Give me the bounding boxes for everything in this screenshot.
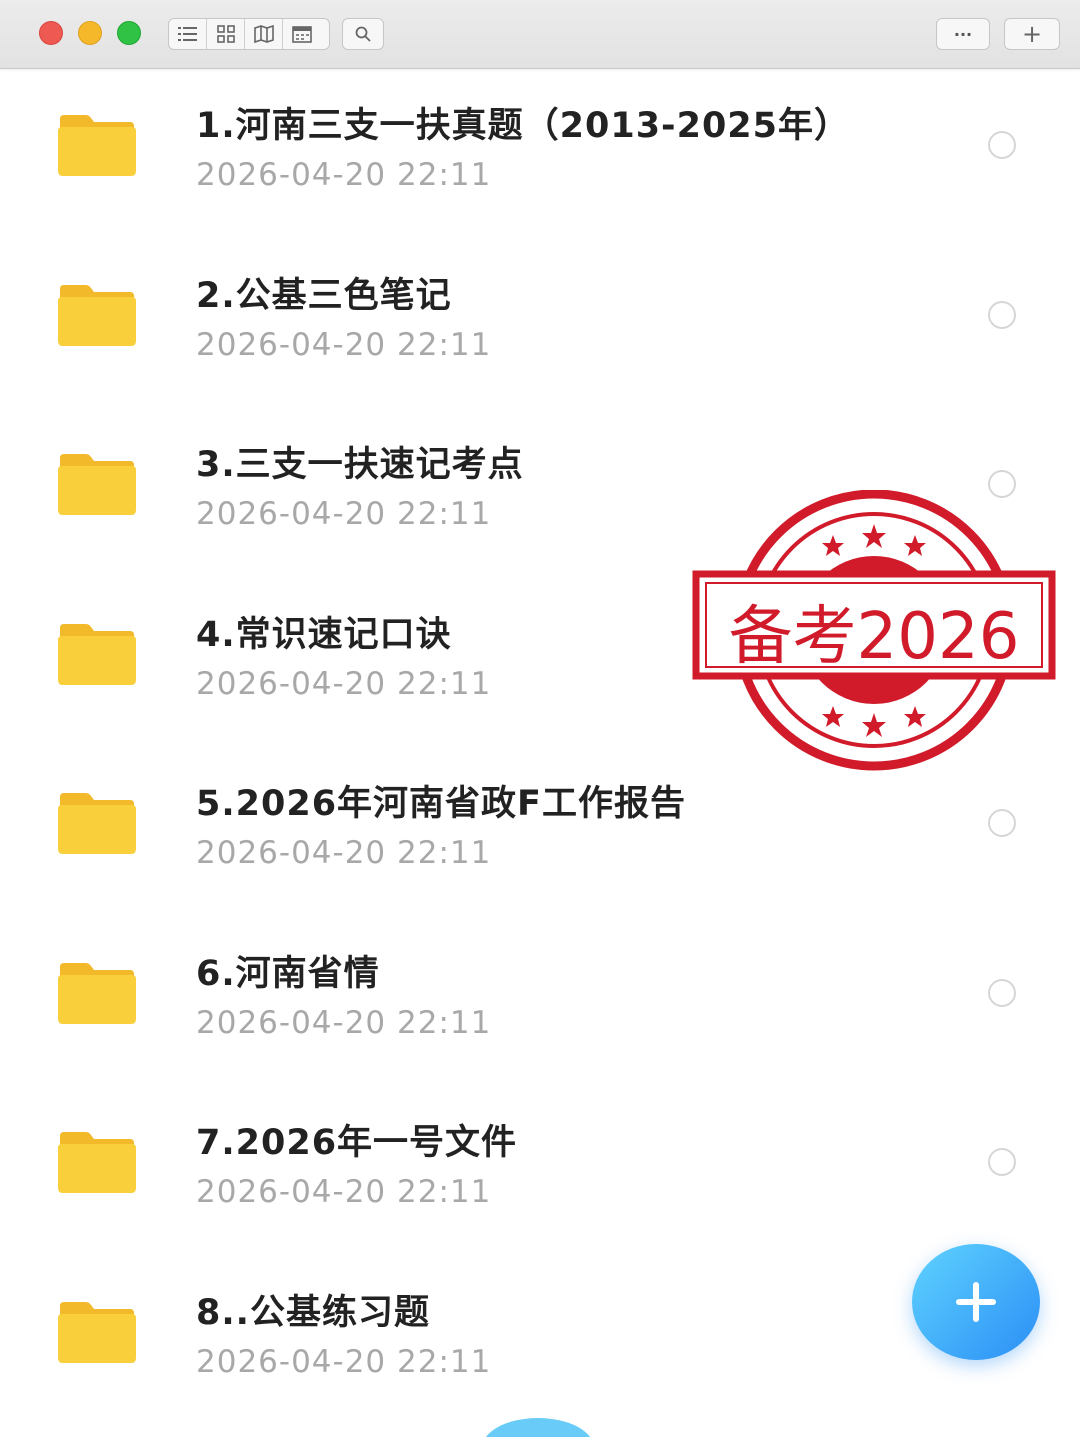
select-radio[interactable] [988,300,1016,329]
minimize-window-button[interactable] [78,21,102,45]
floating-add-button[interactable] [912,1244,1040,1360]
add-label: + [1021,20,1043,48]
search-button[interactable] [342,18,384,50]
map-view-button[interactable] [245,19,283,49]
title-bar: ··· + [0,0,1080,69]
file-row[interactable]: 1.河南三支一扶真题（2013-2025年） 2026-04-20 22:11 [0,69,1080,239]
file-name: 5.2026年河南省政F工作报告 [196,784,686,824]
file-date: 2026-04-20 22:11 [196,665,492,702]
select-radio[interactable] [988,131,1016,159]
file-row[interactable]: 2.公基三色笔记 2026-04-20 22:11 [0,239,1080,409]
file-name: 8..公基练习题 [196,1292,430,1333]
add-button[interactable]: + [1004,18,1060,50]
exam-2026-stamp: 备考2026 [692,490,1056,771]
file-date: 2026-04-20 22:11 [196,157,492,193]
file-name: 6.河南省情 [196,953,380,994]
grid-view-button[interactable] [207,19,245,49]
file-name: 2.公基三色笔记 [196,275,452,316]
select-radio[interactable] [988,1148,1016,1176]
file-row[interactable]: 6.河南省情 2026-04-20 22:11 [0,917,1080,1087]
list-view-button[interactable] [169,19,207,49]
zoom-window-button[interactable] [117,21,141,45]
file-date: 2026-04-20 22:11 [196,1004,492,1041]
folder-icon [58,284,136,346]
list-view-icon [177,27,197,41]
file-row[interactable]: 5.2026年河南省政F工作报告 2026-04-20 22:11 [0,747,1080,917]
calendar-view-icon [292,26,312,43]
select-radio[interactable] [988,809,1016,837]
close-window-button[interactable] [39,21,63,45]
search-button-inner [343,19,383,49]
folder-icon [58,115,136,176]
file-date: 2026-04-20 22:11 [196,326,492,363]
app-window: ··· + 1.河南三支一扶真题（2013-2025年） 2026-04-20 2… [0,0,1080,1437]
file-date: 2026-04-20 22:11 [196,1343,492,1380]
file-date: 2026-04-20 22:11 [196,1174,492,1210]
folder-icon [58,962,136,1024]
folder-icon [58,623,136,685]
view-mode-segmented-control [168,18,330,50]
file-date: 2026-04-20 22:11 [196,835,492,871]
select-radio[interactable] [988,978,1016,1007]
file-date: 2026-04-20 22:11 [196,496,492,532]
file-name: 4.常识速记口诀 [196,614,452,655]
file-name: 1.河南三支一扶真题（2013-2025年） [196,106,851,146]
file-row[interactable]: 7.2026年一号文件 2026-04-20 22:11 [0,1086,1080,1256]
folder-icon [58,1301,136,1363]
map-view-icon [253,25,274,43]
calendar-view-button[interactable] [283,19,321,49]
file-name: 3.三支一扶速记考点 [196,445,524,485]
grid-view-icon [216,25,235,43]
more-options-button[interactable]: ··· [936,18,990,50]
folder-icon [58,1132,136,1193]
plus-icon [956,1282,996,1322]
folder-icon [58,454,136,515]
search-icon [355,26,371,42]
file-name: 7.2026年一号文件 [196,1123,518,1163]
more-label: ··· [953,24,973,44]
stamp-text: 备考2026 [729,600,1020,674]
folder-icon [58,793,136,854]
